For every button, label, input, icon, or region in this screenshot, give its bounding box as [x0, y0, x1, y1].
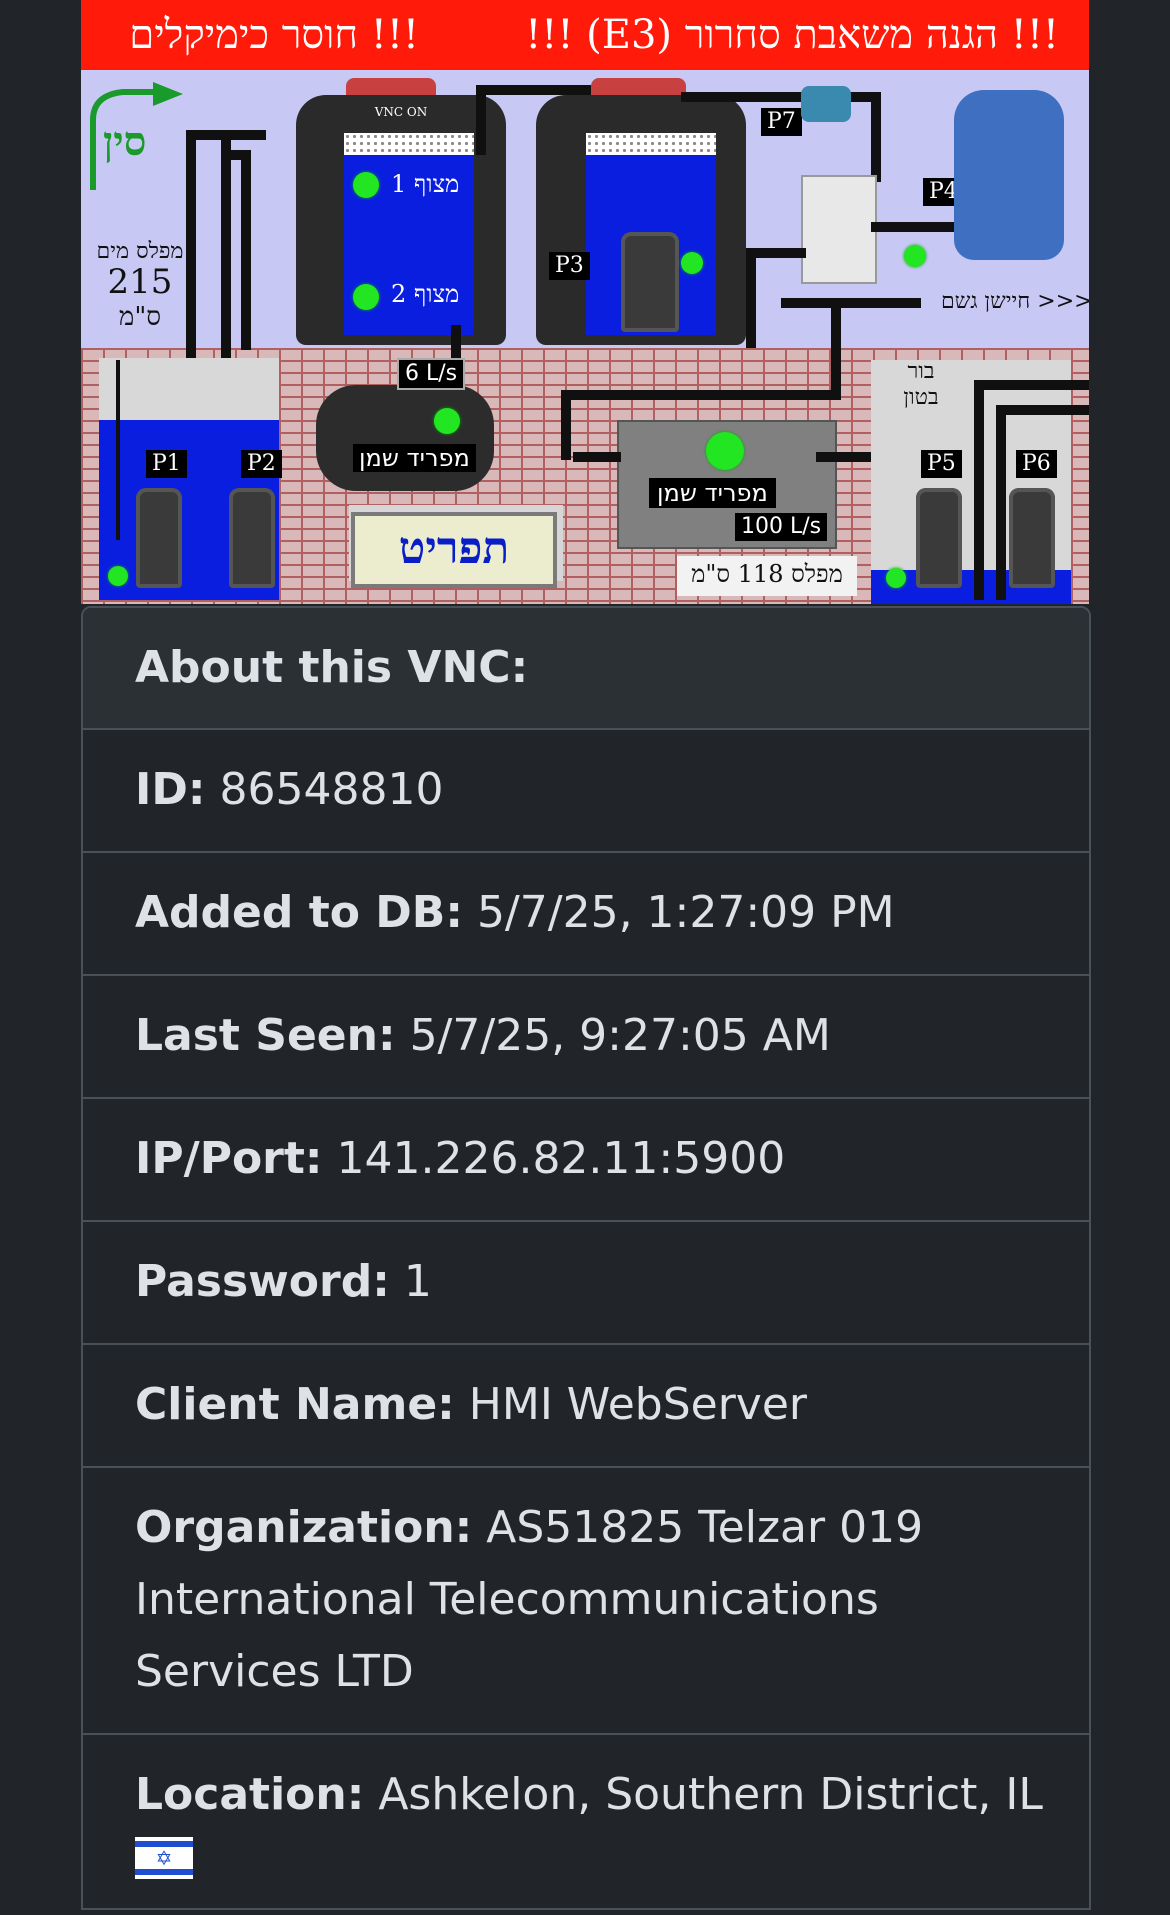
field-client-name: Client Name: HMI WebServer [83, 1345, 1089, 1468]
field-id-value: 86548810 [219, 764, 444, 815]
pipe [681, 92, 881, 102]
pipe [781, 298, 921, 308]
separator-big-flow: 100 L/s [735, 513, 828, 541]
float-2-indicator [353, 284, 379, 310]
field-organization: Organization: AS51825 Telzar 019 Interna… [83, 1468, 1089, 1735]
field-client-name-value: HMI WebServer [468, 1379, 808, 1430]
pump-p7 [801, 86, 851, 122]
pump-p5 [916, 488, 962, 588]
pump-p6 [1009, 488, 1055, 588]
svg-text:סין: סין [103, 118, 146, 165]
tag-p2: P2 [241, 450, 282, 478]
level-bottom-label: מפלס 118 ס"מ [691, 560, 843, 588]
tag-p1: P1 [146, 450, 187, 478]
water-level-unit: ס"מ [118, 302, 162, 332]
field-ip-port: IP/Port: 141.226.82.11:5900 [83, 1099, 1089, 1222]
pipe [816, 452, 876, 462]
field-password-value: 1 [403, 1256, 432, 1307]
pit-left-air [99, 358, 279, 420]
field-last-seen: Last Seen: 5/7/25, 9:27:05 AM [83, 976, 1089, 1099]
rain-sensor-label: <<< חיישן גשם [941, 289, 1089, 314]
water-level-value: 215 [107, 262, 173, 302]
tank-2-float-indicator [681, 252, 703, 274]
hmi-screenshot: !!! הגנה משאבת סחרור (E3) !!! !!! חוסר כ… [81, 0, 1089, 604]
pipe [573, 452, 621, 462]
pit-left-float-indicator [108, 566, 128, 586]
pipe [186, 130, 266, 140]
pipe [116, 360, 120, 540]
float-1-label: מצוף 1 [391, 170, 460, 198]
water-level-label: מפלס מים [96, 239, 184, 264]
pump-p3 [621, 232, 679, 332]
field-password-label: Password: [135, 1256, 390, 1307]
separator-small-flow: 6 L/s [397, 358, 466, 390]
pipe [241, 150, 251, 350]
pump-p2 [229, 488, 275, 588]
separator-big-indicator [706, 432, 744, 470]
alarm-banner: !!! הגנה משאבת סחרור (E3) !!! !!! חוסר כ… [81, 0, 1089, 70]
alarm-text-chemicals: !!! חוסר כימיקלים [129, 12, 419, 58]
separator-big-label: מפריד שמן [649, 478, 776, 508]
float-1-indicator [353, 172, 379, 198]
field-added-label: Added to DB: [135, 887, 463, 938]
pump-p4 [954, 90, 1064, 260]
pipe [871, 92, 881, 182]
rain-sensor-indicator [904, 245, 926, 267]
field-added-value: 5/7/25, 1:27:09 PM [476, 887, 895, 938]
pipe [746, 248, 756, 348]
tag-p6: P6 [1016, 450, 1057, 478]
menu-button[interactable]: תפריט [351, 512, 557, 588]
pipe [476, 85, 486, 155]
field-password: Password: 1 [83, 1222, 1089, 1345]
field-last-seen-label: Last Seen: [135, 1010, 396, 1061]
field-ip-port-label: IP/Port: [135, 1133, 323, 1184]
filter-unit [801, 175, 877, 284]
separator-small-label: מפריד שמן [353, 444, 476, 472]
card-header-title: About this VNC: [135, 642, 529, 693]
tag-p7: P7 [761, 108, 802, 136]
tag-p5: P5 [921, 450, 962, 478]
pipe [746, 248, 806, 258]
pipe [996, 405, 1006, 600]
field-client-name-label: Client Name: [135, 1379, 455, 1430]
field-location-value: Ashkelon, Southern District, IL [378, 1769, 1043, 1820]
tank-brand: VNC ON [374, 105, 428, 119]
field-ip-port-value[interactable]: 141.226.82.11:5900 [337, 1133, 786, 1184]
pipe [974, 380, 1089, 390]
field-added-to-db: Added to DB: 5/7/25, 1:27:09 PM [83, 853, 1089, 976]
pump-p1 [136, 488, 182, 588]
pipe [996, 405, 1089, 415]
tag-p3: P3 [549, 252, 590, 280]
vnc-info-card: About this VNC: ID: 86548810 Added to DB… [81, 606, 1091, 1910]
company-logo: סין [90, 82, 183, 190]
pipe [476, 85, 591, 95]
field-last-seen-value: 5/7/25, 9:27:05 AM [409, 1010, 831, 1061]
separator-small-indicator [434, 408, 460, 434]
pipe [974, 380, 984, 600]
concrete-pit-line1: בור [907, 359, 935, 384]
israel-flag-icon: ✡ [135, 1837, 193, 1879]
pipe [561, 390, 571, 460]
field-location-label: Location: [135, 1769, 365, 1820]
pit-right-float-indicator [886, 568, 906, 588]
field-location: Location: Ashkelon, Southern District, I… [83, 1735, 1089, 1915]
field-organization-label: Organization: [135, 1502, 473, 1553]
card-header: About this VNC: [83, 608, 1089, 730]
oil-separator-small [316, 385, 494, 491]
float-2-label: מצוף 2 [391, 280, 460, 308]
concrete-pit-line2: בטון [903, 385, 939, 410]
alarm-text-pump-protection: !!! הגנה משאבת סחרור (E3) !!! [525, 12, 1059, 58]
pipe [831, 298, 841, 398]
field-id-label: ID: [135, 764, 206, 815]
pipe [561, 390, 841, 400]
field-id: ID: 86548810 [83, 730, 1089, 853]
